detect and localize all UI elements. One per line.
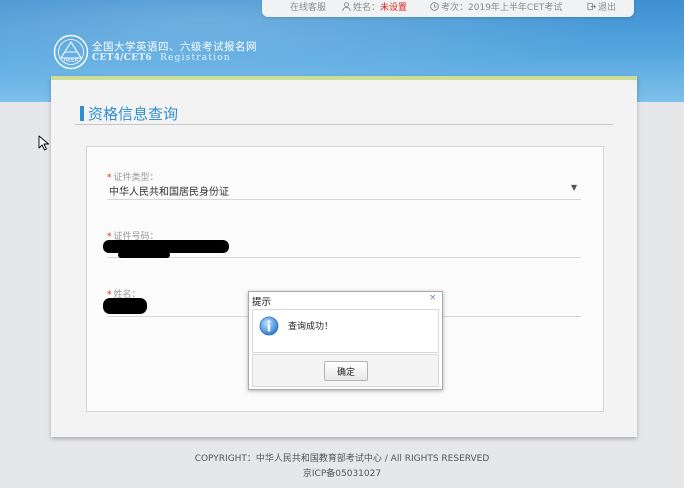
- user-name-info: 姓名：未设置: [342, 0, 407, 17]
- dialog-header: 提示 ×: [249, 292, 442, 308]
- required-mark: *: [107, 173, 112, 183]
- title-divider: [75, 124, 613, 125]
- info-icon: [259, 316, 279, 336]
- alert-dialog: 提示 × 查询成功！ 确定: [248, 291, 443, 390]
- exam-info: 考次：2019年上半年CET考试: [430, 0, 562, 17]
- icp-number: 京ICP备05031027: [302, 469, 382, 479]
- name-input[interactable]: [103, 298, 147, 314]
- page-title: 资格信息查询: [80, 103, 178, 124]
- dialog-title: 提示: [252, 297, 272, 308]
- page-title-text: 资格信息查询: [88, 105, 179, 123]
- id-number-underline: [107, 257, 581, 258]
- title-accent-bar: [80, 106, 84, 121]
- user-icon: [342, 2, 351, 11]
- id-number-redaction-tail: [118, 252, 170, 258]
- name-value: 未设置: [380, 3, 408, 13]
- exam-icon: [430, 2, 439, 11]
- site-subtitle: CET4/CET6 Registration: [92, 53, 231, 63]
- exam-label: 考次：: [441, 3, 469, 13]
- chevron-down-icon[interactable]: ▼: [571, 183, 577, 192]
- name-label: 姓名：: [353, 3, 381, 13]
- logout-link[interactable]: 退出: [587, 0, 616, 17]
- site-sub-tail: Registration: [160, 53, 231, 63]
- online-service-link[interactable]: 在线客服: [290, 0, 326, 17]
- mouse-cursor-icon: [38, 135, 49, 151]
- dialog-message: 查询成功！: [288, 322, 334, 332]
- top-bar: 在线客服 姓名：未设置 考次：2019年上半年CET考试 退出: [262, 0, 634, 17]
- logo-text: NEEA: [64, 58, 78, 64]
- dialog-body: 查询成功！: [252, 309, 439, 353]
- site-sub-main: CET4/CET6: [92, 53, 152, 63]
- id-type-underline: [107, 199, 581, 200]
- id-type-select[interactable]: 中华人民共和国居民身份证: [109, 183, 229, 198]
- neea-logo-icon: NEEA: [53, 34, 89, 70]
- dialog-footer: 确定: [252, 354, 439, 387]
- confirm-button[interactable]: 确定: [324, 361, 368, 381]
- id-type-label: * 证件类型：: [107, 170, 159, 183]
- site-name: 全国大学英语四、六级考试报名网: [92, 41, 257, 53]
- logout-label[interactable]: 退出: [598, 3, 616, 13]
- exam-value: 2019年上半年CET考试: [468, 3, 563, 13]
- copyright-text: COPYRIGHT：中华人民共和国教育部考试中心 / All RIGHTS RE…: [194, 454, 490, 464]
- logout-icon: [587, 2, 596, 11]
- id-type-label-text: 证件类型：: [113, 173, 159, 183]
- close-icon[interactable]: ×: [429, 293, 437, 303]
